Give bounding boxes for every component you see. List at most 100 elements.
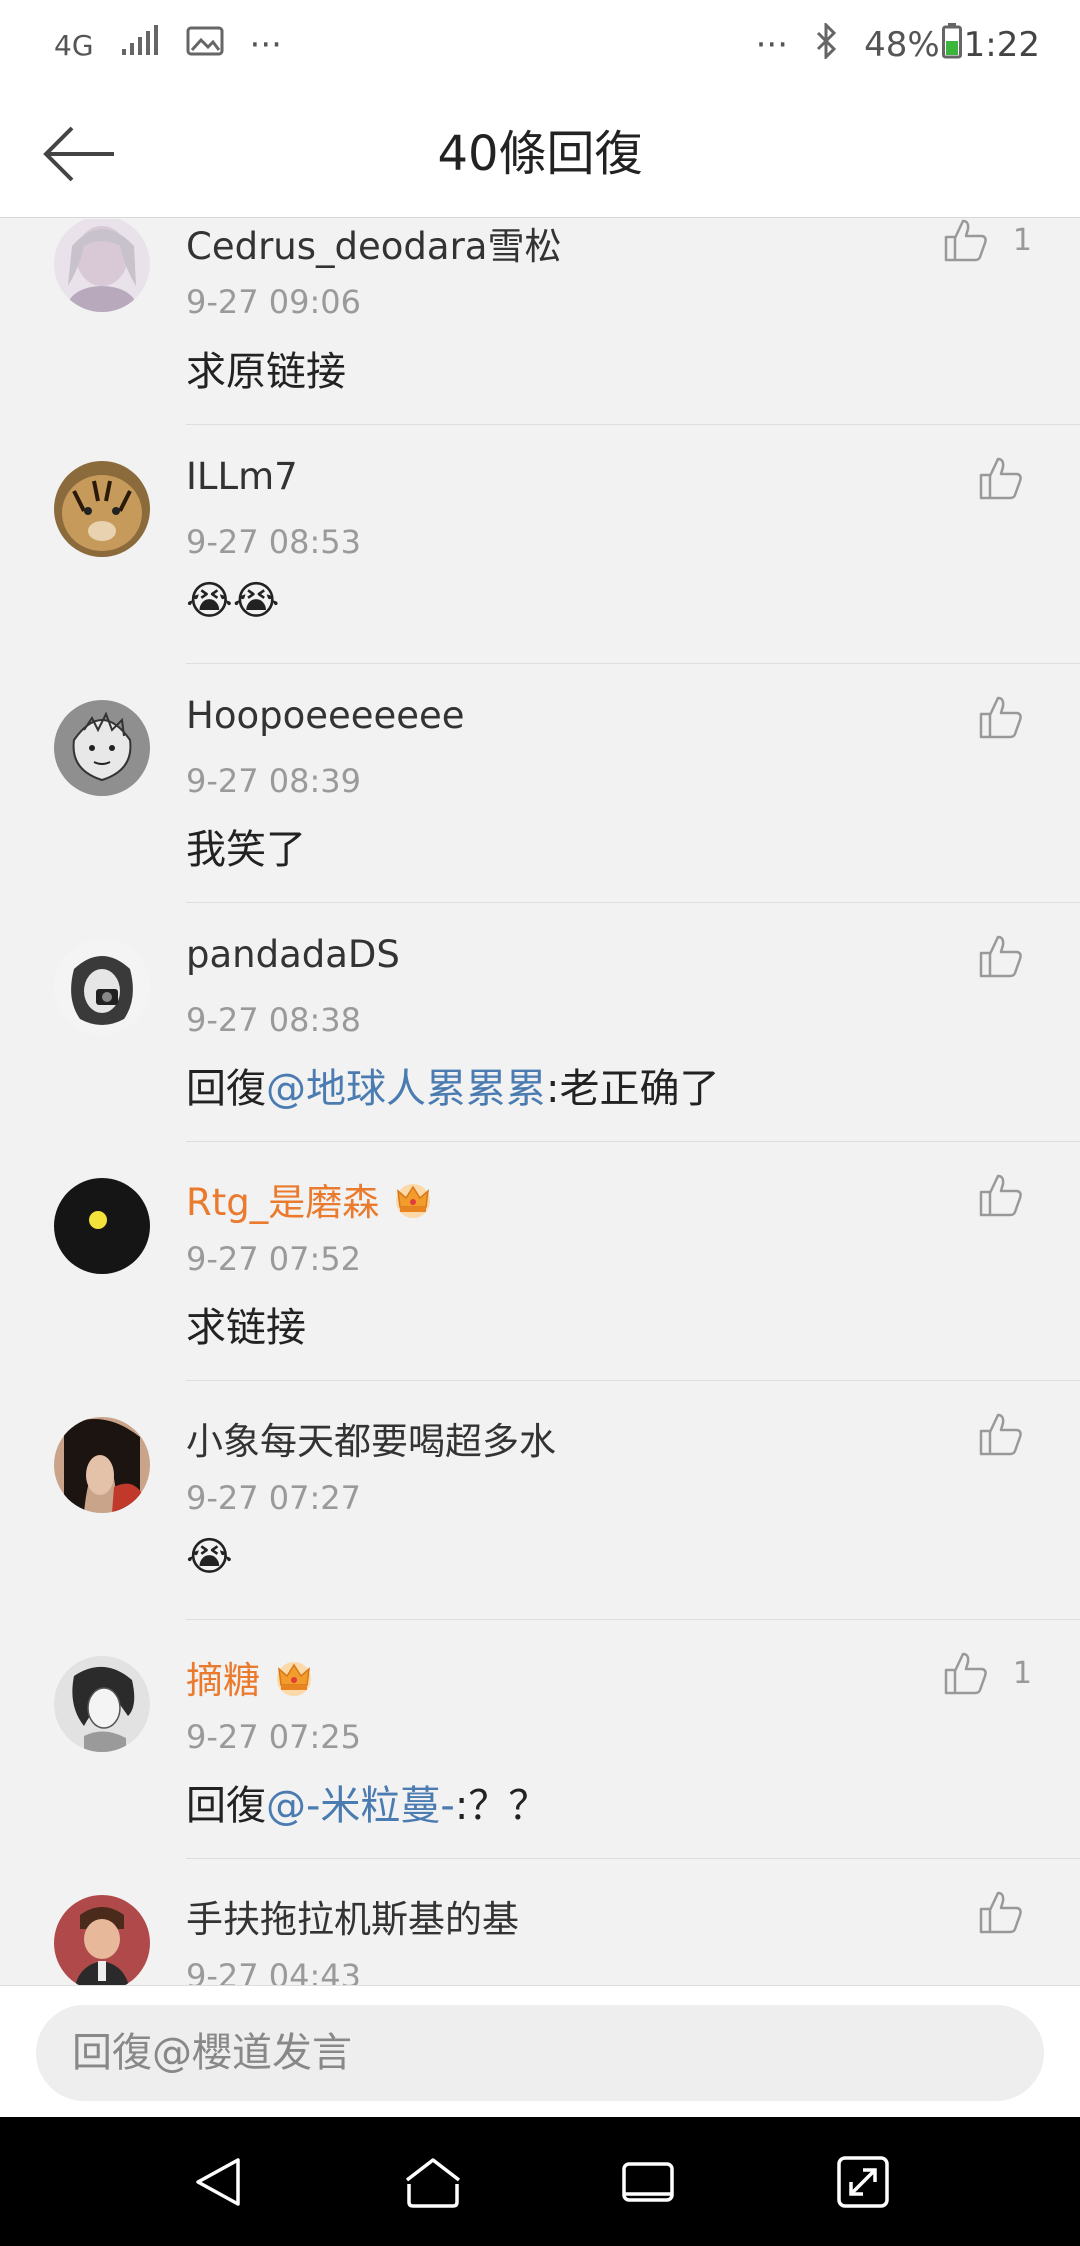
comment-item[interactable]: pandadaDS 9-27 08:38 回復@地球人累累累:老正确了 [54,903,1080,1142]
thumbs-up-icon [979,457,1022,500]
comment-username[interactable]: Rtg_是磨森 [186,1172,435,1226]
like-button[interactable] [978,694,1024,740]
nav-recents-button[interactable] [608,2142,688,2222]
mention-link[interactable]: @-米粒蔓- [266,1783,455,1829]
comment-username[interactable]: 小象每天都要喝超多水 [186,1411,556,1465]
reply-prefix: 回復 [186,1783,266,1829]
comment-username[interactable]: Hoopoeeeeeee [186,694,465,737]
avatar[interactable] [54,1895,150,1985]
header: 40條回復 [0,90,1080,218]
thumbs-up-icon [944,219,987,262]
comment-text: 回復@-米粒蔓-:？？ [186,1773,548,1831]
comment-timestamp: 9-27 07:27 [186,1479,362,1517]
comment-item[interactable]: Cedrus_deodara雪松 9-27 09:06 求原链接 1 [54,219,1080,425]
like-button[interactable] [978,1172,1024,1218]
vip-crown-icon [391,1179,435,1219]
comment-item[interactable]: 小象每天都要喝超多水 9-27 07:27 😭 [54,1381,1080,1620]
comment-timestamp: 9-27 08:39 [186,762,362,800]
like-button[interactable] [978,455,1024,501]
thumbs-up-icon [979,1174,1022,1217]
like-button[interactable] [978,1889,1024,1935]
battery-percent: 48% [864,25,940,65]
username-text[interactable]: 摘糖 [186,1650,260,1704]
status-left: 4G ··· [54,24,282,66]
comment-item[interactable]: Rtg_是磨森 9-27 07:52 求链接 [54,1142,1080,1381]
comment-timestamp: 9-27 08:53 [186,523,362,561]
nav-back-button[interactable] [178,2142,258,2222]
thumbs-up-icon [979,696,1022,739]
nav-home-button[interactable] [393,2142,473,2222]
recents-icon [621,2161,674,2202]
clock: 1:22 [963,25,1040,65]
comment-list[interactable]: Cedrus_deodara雪松 9-27 09:06 求原链接 1 ILLm7… [0,219,1080,1985]
thumbs-up-icon [979,935,1022,978]
vip-crown-icon [272,1657,316,1697]
nav-expand-button[interactable] [823,2142,903,2222]
battery-group: 48% 1:22 [864,22,1040,68]
username-text[interactable]: 小象每天都要喝超多水 [186,1411,556,1465]
signal-icon [120,24,160,66]
reply-prefix: 回復 [186,1066,266,1112]
thumbs-up-icon [944,1652,987,1695]
battery-icon [941,22,962,68]
comment-username[interactable]: Cedrus_deodara雪松 [186,219,561,270]
username-text[interactable]: 手扶拖拉机斯基的基 [186,1889,519,1943]
username-text[interactable]: Rtg_是磨森 [186,1172,379,1226]
avatar[interactable] [54,1417,150,1513]
comment-username[interactable]: pandadaDS [186,933,400,976]
like-button[interactable]: 1 [943,1650,1032,1696]
comment-username[interactable]: ILLm7 [186,455,298,498]
comment-item[interactable]: Hoopoeeeeeee 9-27 08:39 我笑了 [54,664,1080,903]
comment-text: 求原链接 [186,349,346,395]
comment-username[interactable]: 手扶拖拉机斯基的基 [186,1889,519,1943]
comment-timestamp: 9-27 04:43 [186,1957,362,1985]
comment-text: 😭 [186,1534,233,1580]
triangle-back-icon [195,2157,240,2206]
comment-item[interactable]: ILLm7 9-27 08:53 😭😭 [54,425,1080,664]
expand-icon [836,2155,889,2208]
mention-link[interactable]: @地球人累累累 [266,1066,546,1112]
page-title: 40條回復 [437,126,643,182]
comment-item[interactable]: 摘糖 9-27 07:25 回復@-米粒蔓-:？？ 1 [54,1620,1080,1859]
like-button[interactable]: 1 [943,219,1032,263]
system-nav-bar [0,2117,1080,2246]
home-icon [405,2157,460,2208]
like-count: 1 [1012,222,1032,258]
status-right: ··· 48% 1:22 [755,20,1040,68]
more-notifications-icon: ··· [249,25,282,65]
reply-body: :？？ [454,1783,549,1829]
avatar[interactable] [54,461,150,557]
comment-timestamp: 9-27 07:25 [186,1718,362,1756]
network-indicator: 4G [54,28,94,62]
reply-input[interactable]: 回復@櫻道发言 [36,2005,1044,2101]
more-status-icon: ··· [755,25,789,65]
username-text[interactable]: ILLm7 [186,455,298,498]
comment-text: 求链接 [186,1305,306,1351]
username-text[interactable]: Hoopoeeeeeee [186,694,465,737]
bluetooth-icon [814,20,838,68]
comment-text: 我笑了 [186,827,306,873]
status-bar: 4G ··· ··· 48% 1:22 [0,0,1080,90]
avatar[interactable] [54,1178,150,1274]
username-text[interactable]: pandadaDS [186,933,400,976]
thumbs-up-icon [979,1891,1022,1934]
comment-timestamp: 9-27 09:06 [186,283,362,321]
comment-timestamp: 9-27 08:38 [186,1001,362,1039]
like-button[interactable] [978,933,1024,979]
comment-username[interactable]: 摘糖 [186,1650,316,1704]
avatar[interactable] [54,219,150,312]
avatar[interactable] [54,1656,150,1752]
reply-body: :老正确了 [546,1066,720,1112]
comment-item[interactable]: 手扶拖拉机斯基的基 9-27 04:43 [54,1859,1080,1985]
like-button[interactable] [978,1411,1024,1457]
username-text[interactable]: Cedrus_deodara雪松 [186,219,561,270]
avatar[interactable] [54,700,150,796]
reply-bar: 回復@櫻道发言 [0,1985,1080,2117]
image-notification-icon [186,25,224,66]
comment-timestamp: 9-27 07:52 [186,1240,362,1278]
thumbs-up-icon [979,1413,1022,1456]
comment-text: 回復@地球人累累累:老正确了 [186,1056,719,1114]
avatar[interactable] [54,939,150,1035]
comment-text: 😭😭 [186,578,280,624]
like-count: 1 [1012,1655,1032,1691]
